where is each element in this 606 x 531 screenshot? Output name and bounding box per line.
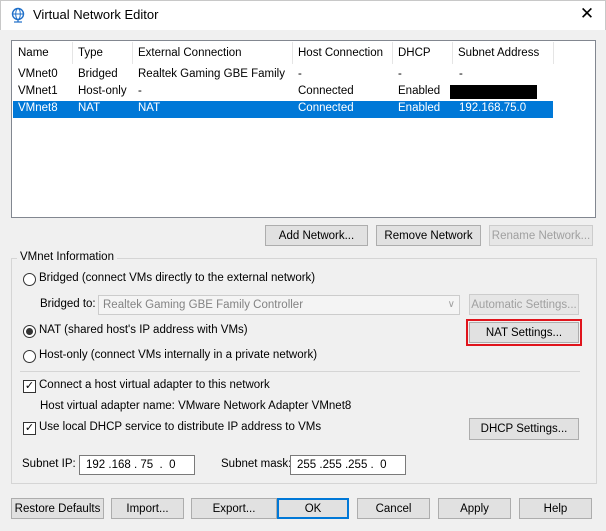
help-button[interactable]: Help (519, 498, 592, 519)
cell-host: - (298, 68, 302, 80)
column-divider[interactable] (553, 42, 554, 64)
column-header-subnet[interactable]: Subnet Address (458, 47, 539, 65)
cell-type: Host-only (78, 85, 127, 97)
dhcp-settings-button[interactable]: DHCP Settings... (469, 418, 579, 440)
table-row-vmnet8[interactable]: VMnet8 NAT NAT Connected Enabled 192.168… (13, 101, 553, 118)
column-divider[interactable] (292, 42, 293, 64)
bridged-to-value: Realtek Gaming GBE Family Controller (103, 299, 304, 311)
close-icon: ✕ (579, 4, 595, 23)
ok-button[interactable]: OK (277, 498, 349, 519)
close-button[interactable]: ✕ (568, 0, 606, 30)
cell-dhcp: Enabled (398, 102, 441, 114)
dhcp-label[interactable]: Use local DHCP service to distribute IP … (39, 421, 321, 433)
column-divider[interactable] (132, 42, 133, 64)
cell-host: Connected (298, 85, 354, 97)
dhcp-checkbox[interactable]: ✓ (23, 422, 36, 435)
column-header-type[interactable]: Type (78, 47, 103, 65)
connect-adapter-checkbox[interactable]: ✓ (23, 380, 36, 393)
column-divider[interactable] (452, 42, 453, 64)
cell-name: VMnet1 (18, 85, 58, 97)
cell-dhcp: - (398, 68, 402, 80)
add-network-button[interactable]: Add Network... (265, 225, 368, 246)
table-row-vmnet1[interactable]: VMnet1 Host-only - Connected Enabled (13, 84, 553, 101)
column-header-host[interactable]: Host Connection (298, 47, 383, 65)
column-header-name[interactable]: Name (18, 47, 49, 65)
column-divider[interactable] (72, 42, 73, 64)
column-divider[interactable] (392, 42, 393, 64)
subnet-ip-input[interactable]: 192 .168 . 75 . 0 (79, 455, 195, 475)
cell-subnet: 192.168.75.0 (459, 102, 527, 114)
cell-type: Bridged (78, 68, 118, 80)
column-header-external[interactable]: External Connection (138, 47, 242, 65)
cell-name: VMnet8 (18, 102, 58, 114)
network-globe-icon (11, 7, 25, 23)
subnet-mask-label: Subnet mask: (221, 458, 292, 470)
subnet-ip-label: Subnet IP: (22, 458, 76, 470)
table-row-vmnet0[interactable]: VMnet0 Bridged Realtek Gaming GBE Family… (13, 67, 553, 84)
host-only-label[interactable]: Host-only (connect VMs internally in a p… (39, 349, 317, 361)
cell-external: NAT (138, 102, 161, 114)
host-only-radio[interactable] (23, 350, 36, 363)
checkmark-icon: ✓ (24, 380, 35, 392)
vmnet-info-label: VMnet Information (17, 251, 117, 263)
nat-settings-button[interactable]: NAT Settings... (466, 319, 582, 346)
apply-button[interactable]: Apply (438, 498, 511, 519)
adapter-name-text: Host virtual adapter name: VMware Networ… (40, 400, 352, 412)
checkmark-icon: ✓ (24, 422, 35, 434)
bridged-label[interactable]: Bridged (connect VMs directly to the ext… (39, 272, 315, 284)
bridged-to-label: Bridged to: (40, 298, 96, 310)
rename-network-button[interactable]: Rename Network... (489, 225, 593, 246)
cell-host: Connected (298, 102, 354, 114)
connect-adapter-label[interactable]: Connect a host virtual adapter to this n… (39, 379, 270, 391)
bridged-to-select[interactable]: Realtek Gaming GBE Family Controller ∨ (98, 295, 460, 315)
export-button[interactable]: Export... (191, 498, 277, 519)
restore-defaults-button[interactable]: Restore Defaults (11, 498, 104, 519)
window-title: Virtual Network Editor (33, 7, 159, 22)
cancel-button[interactable]: Cancel (357, 498, 430, 519)
remove-network-button[interactable]: Remove Network (376, 225, 481, 246)
cell-external: Realtek Gaming GBE Family ... (138, 68, 288, 80)
bridged-radio[interactable] (23, 273, 36, 286)
nat-radio[interactable] (23, 325, 36, 338)
cell-dhcp: Enabled (398, 85, 441, 97)
cell-external: - (138, 85, 142, 97)
subnet-mask-input[interactable]: 255 .255 .255 . 0 (290, 455, 406, 475)
cell-type: NAT (78, 102, 101, 114)
chevron-down-icon: ∨ (447, 299, 455, 310)
network-table[interactable]: Name Type External Connection Host Conne… (11, 40, 596, 218)
automatic-settings-button[interactable]: Automatic Settings... (469, 294, 579, 315)
column-header-dhcp[interactable]: DHCP (398, 47, 431, 65)
redacted-subnet (450, 85, 537, 99)
import-button[interactable]: Import... (111, 498, 184, 519)
divider (20, 371, 580, 372)
cell-subnet: - (459, 68, 463, 80)
nat-label[interactable]: NAT (shared host's IP address with VMs) (39, 324, 248, 336)
cell-name: VMnet0 (18, 68, 58, 80)
